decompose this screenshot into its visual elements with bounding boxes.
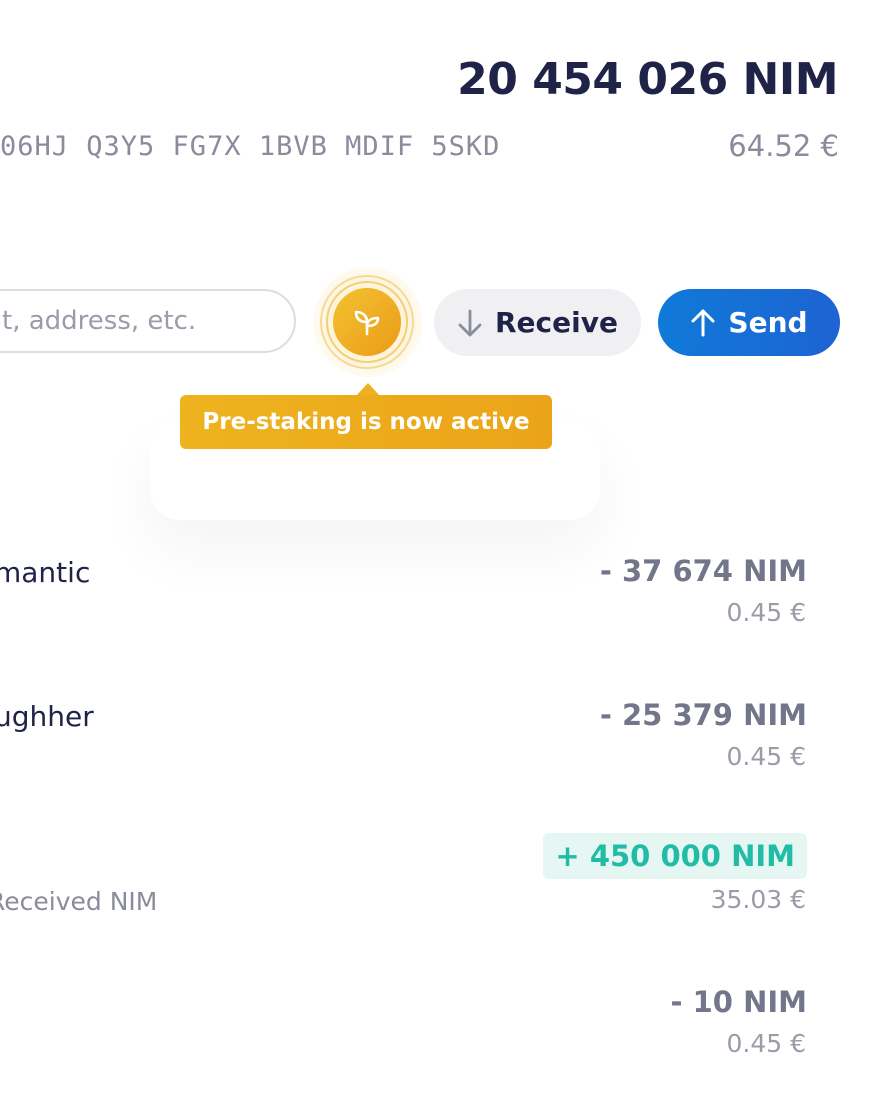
transaction-amount: - 37 674 NIM	[599, 554, 807, 588]
send-label: Send	[728, 306, 808, 339]
transaction-fiat: 0.45 €	[726, 742, 806, 771]
prestaking-tooltip[interactable]: Pre-staking is now active	[180, 395, 552, 449]
transaction-amount: - 25 379 NIM	[599, 698, 807, 732]
account-address[interactable]: 06HJ Q3Y5 FG7X 1BVB MDIF 5SKD	[0, 131, 500, 162]
transaction-fiat: 0.45 €	[726, 1029, 806, 1058]
transaction-row[interactable]: mantic - 37 674 NIM 0.45 €	[0, 554, 874, 656]
search-input[interactable]	[0, 289, 296, 353]
transaction-row[interactable]: Received NIM + 450 000 NIM 35.03 €	[0, 833, 874, 943]
fiat-balance: 64.52 €	[728, 129, 839, 163]
transaction-amount-incoming: + 450 000 NIM	[543, 833, 807, 879]
transaction-message: Received NIM	[0, 887, 158, 916]
transaction-peer-name: mantic	[0, 556, 91, 589]
transaction-row[interactable]: ughher - 25 379 NIM 0.45 €	[0, 698, 874, 800]
arrow-up-icon	[690, 308, 716, 338]
receive-label: Receive	[495, 306, 618, 339]
arrow-down-icon	[457, 308, 483, 338]
transaction-peer-name: ughher	[0, 700, 94, 733]
send-button[interactable]: Send	[658, 289, 840, 356]
wallet-page: 20 454 026 NIM 06HJ Q3Y5 FG7X 1BVB MDIF …	[0, 0, 874, 1120]
receive-button[interactable]: Receive	[434, 289, 641, 356]
tooltip-text: Pre-staking is now active	[202, 409, 530, 435]
transaction-amount: - 10 NIM	[670, 985, 807, 1019]
transaction-fiat: 35.03 €	[710, 885, 806, 914]
transaction-fiat: 0.45 €	[726, 598, 806, 627]
account-balance: 20 454 026 NIM	[457, 54, 838, 105]
stake-button[interactable]	[333, 288, 401, 356]
sprout-icon	[350, 305, 384, 339]
transaction-row[interactable]: - 10 NIM 0.45 €	[0, 985, 874, 1087]
